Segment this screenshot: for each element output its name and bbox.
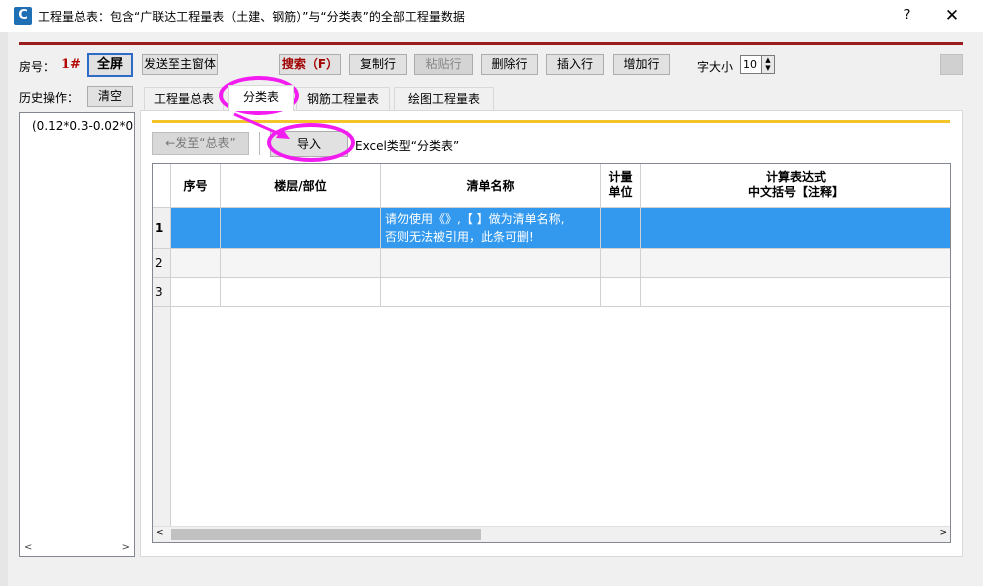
horizontal-scrollbar[interactable]: < > — [153, 526, 950, 542]
header-unit-line2: 单位 — [608, 185, 633, 199]
color-button[interactable] — [940, 54, 963, 75]
room-number: 1# — [61, 57, 81, 72]
font-size-input[interactable]: 10 — [740, 55, 762, 74]
header-name[interactable]: 清单名称 — [381, 164, 601, 208]
room-label: 房号： — [19, 60, 56, 74]
table-cell[interactable] — [221, 208, 381, 249]
table-cell[interactable] — [381, 249, 601, 278]
annotation-arrow — [233, 112, 290, 139]
table-cell[interactable] — [221, 278, 381, 307]
send-to-main-button[interactable]: 发送至主窗体 — [142, 54, 218, 75]
scroll-right-icon[interactable]: > — [939, 528, 947, 538]
clear-history-button[interactable]: 清空 — [87, 86, 133, 107]
copy-row-button[interactable]: 复制行 — [349, 54, 407, 75]
fullscreen-button[interactable]: 全屏 — [87, 53, 133, 77]
cell-text-line2: 否则无法被引用，此条可删! — [385, 230, 534, 244]
table-cell[interactable] — [171, 249, 221, 278]
header-seq[interactable]: 序号 — [171, 164, 221, 208]
table-cell[interactable] — [171, 278, 221, 307]
tab-rebar-quantity[interactable]: 钢筋工程量表 — [296, 87, 390, 111]
close-button[interactable]: ✕ — [940, 5, 964, 27]
help-button[interactable]: ? — [896, 6, 918, 26]
data-grid[interactable]: 序号 楼层/部位 清单名称 计量 单位 计算表达式 中文括号【注释】 1 请勿使… — [152, 163, 951, 543]
row-header[interactable]: 2 — [153, 249, 171, 278]
background-edge — [0, 0, 8, 586]
app-icon: C — [14, 7, 32, 25]
table-cell[interactable] — [171, 208, 221, 249]
spin-down-icon[interactable]: ▼ — [762, 64, 774, 72]
table-cell[interactable] — [601, 278, 641, 307]
excel-type-label: Excel类型“分类表” — [355, 139, 460, 153]
history-item[interactable]: (0.12*0.3-0.02*0 — [32, 119, 136, 133]
row-header[interactable]: 1 — [153, 208, 171, 249]
window-title: 工程量总表：包含“广联达工程量表（土建、钢筋）”与“分类表”的全部工程量数据 — [38, 10, 465, 24]
row-header-gutter — [153, 307, 171, 527]
table-cell[interactable] — [601, 249, 641, 278]
add-row-button[interactable]: 增加行 — [613, 54, 670, 75]
history-list[interactable]: (0.12*0.3-0.02*0 < > — [19, 112, 135, 557]
header-divider — [19, 42, 963, 45]
cell-text-line1: 请勿使用《》,【 】做为清单名称, — [385, 212, 565, 226]
history-label: 历史操作： — [19, 91, 80, 105]
table-cell[interactable] — [221, 249, 381, 278]
row-header[interactable]: 3 — [153, 278, 171, 307]
table-cell[interactable] — [641, 208, 950, 249]
table-cell[interactable] — [601, 208, 641, 249]
header-expression[interactable]: 计算表达式 中文括号【注释】 — [641, 164, 950, 208]
delete-row-button[interactable]: 删除行 — [481, 54, 538, 75]
scroll-right-icon[interactable]: > — [122, 542, 130, 553]
scroll-left-icon[interactable]: < — [156, 528, 164, 538]
scrollbar-thumb[interactable] — [171, 529, 481, 540]
scroll-left-icon[interactable]: < — [24, 542, 32, 553]
font-size-label: 字大小 — [697, 60, 734, 74]
font-size-spinner[interactable]: ▲ ▼ — [761, 55, 775, 74]
search-button[interactable]: 搜索（F） — [279, 54, 341, 75]
table-cell[interactable] — [381, 278, 601, 307]
table-cell[interactable] — [641, 278, 950, 307]
header-unit-line1: 计量 — [608, 170, 633, 184]
insert-row-button[interactable]: 插入行 — [546, 54, 604, 75]
tab-category[interactable]: 分类表 — [228, 85, 294, 111]
title-bar: C 工程量总表：包含“广联达工程量表（土建、钢筋）”与“分类表”的全部工程量数据… — [0, 0, 983, 32]
tab-drawing-quantity[interactable]: 绘图工程量表 — [394, 87, 494, 111]
table-cell[interactable]: 请勿使用《》,【 】做为清单名称, 否则无法被引用，此条可删! — [381, 208, 601, 249]
header-expression-line2: 中文括号【注释】 — [747, 185, 844, 199]
header-expression-line1: 计算表达式 — [765, 170, 826, 184]
paste-row-button[interactable]: 粘贴行 — [414, 54, 473, 75]
corner-cell — [153, 164, 171, 208]
header-floor[interactable]: 楼层/部位 — [221, 164, 381, 208]
spin-up-icon[interactable]: ▲ — [762, 56, 774, 64]
header-unit[interactable]: 计量 单位 — [601, 164, 641, 208]
tab-quantity-summary[interactable]: 工程量总表 — [144, 87, 224, 111]
table-cell[interactable] — [641, 249, 950, 278]
